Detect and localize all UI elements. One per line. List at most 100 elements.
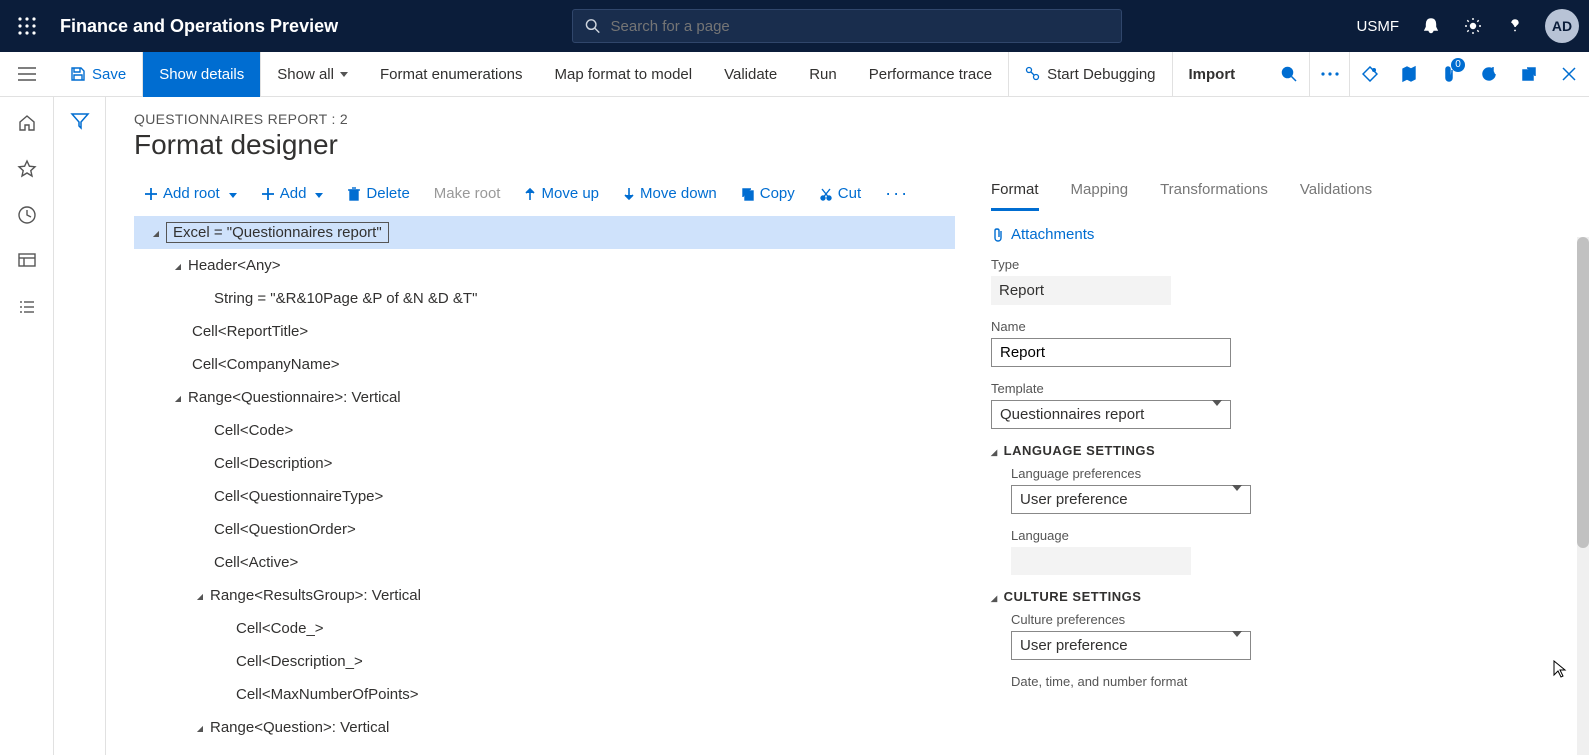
popout-icon[interactable] <box>1509 52 1549 97</box>
tree-row[interactable]: Cell<CompanyName> <box>134 348 955 381</box>
diamond-icon[interactable] <box>1349 52 1389 97</box>
validate-button[interactable]: Validate <box>708 52 793 97</box>
tree-row[interactable]: Cell<Active> <box>134 546 955 579</box>
top-bar: Finance and Operations Preview USMF AD <box>0 0 1589 52</box>
workspace-icon[interactable] <box>15 249 39 273</box>
tab-transformations[interactable]: Transformations <box>1160 177 1268 211</box>
find-icon[interactable] <box>1269 52 1309 97</box>
tree-row[interactable]: Cell<MaxNumberOfPoints> <box>134 678 955 711</box>
tree-label: Excel = "Questionnaires report" <box>166 222 389 243</box>
tree-label: Cell<Code_> <box>236 620 324 637</box>
tree-row[interactable]: Cell<QuestionnaireType> <box>134 480 955 513</box>
type-label: Type <box>991 257 1555 272</box>
home-icon[interactable] <box>15 111 39 135</box>
language-label: Language <box>1011 528 1555 543</box>
lang-pref-select[interactable]: User preference <box>1011 485 1251 514</box>
legal-entity[interactable]: USMF <box>1357 18 1400 35</box>
tree-row[interactable]: Range<Question>: Vertical <box>134 711 955 744</box>
tree-caret[interactable] <box>190 722 210 734</box>
map-icon[interactable] <box>1389 52 1429 97</box>
tree-label: Cell<QuestionOrder> <box>214 521 356 538</box>
tree-more-button[interactable]: ··· <box>875 177 919 210</box>
tree-label: Cell<Description> <box>214 455 332 472</box>
tree-row[interactable]: Range<ResultsGroup>: Vertical <box>134 579 955 612</box>
property-tabs: Format Mapping Transformations Validatio… <box>991 177 1555 212</box>
tree-row[interactable]: Cell<Code_> <box>134 612 955 645</box>
waffle-icon[interactable] <box>0 17 54 35</box>
add-root-button[interactable]: Add root <box>134 179 247 208</box>
paperclip-icon <box>991 227 1005 243</box>
save-button[interactable]: Save <box>54 52 143 97</box>
hamburger-icon[interactable] <box>0 52 54 97</box>
culture-pref-select[interactable]: User preference <box>1011 631 1251 660</box>
tab-validations[interactable]: Validations <box>1300 177 1372 211</box>
tab-format[interactable]: Format <box>991 177 1039 211</box>
tree-toolbar: Add root Add Delete Make root Move up Mo… <box>134 177 969 210</box>
tree-caret[interactable] <box>168 260 188 272</box>
tree-row[interactable]: Cell<Description> <box>134 447 955 480</box>
make-root-button: Make root <box>424 179 511 208</box>
tree-label: Cell<ReportTitle> <box>192 323 308 340</box>
star-icon[interactable] <box>15 157 39 181</box>
name-input[interactable] <box>991 338 1231 367</box>
tree-label: Header<Any> <box>188 257 281 274</box>
gear-icon[interactable] <box>1455 8 1491 44</box>
performance-trace-button[interactable]: Performance trace <box>853 52 1009 97</box>
format-enumerations-button[interactable]: Format enumerations <box>364 52 539 97</box>
tree-row[interactable]: Cell<Description_> <box>134 645 955 678</box>
refresh-icon[interactable] <box>1469 52 1509 97</box>
move-up-button[interactable]: Move up <box>514 179 609 208</box>
template-select[interactable]: Questionnaires report <box>991 400 1231 429</box>
tree-row[interactable]: Excel = "Questionnaires report" <box>134 216 955 249</box>
show-details-button[interactable]: Show details <box>143 52 261 97</box>
culture-settings-header[interactable]: CULTURE SETTINGS <box>991 589 1555 604</box>
move-down-button[interactable]: Move down <box>613 179 727 208</box>
command-bar: Save Show details Show all Format enumer… <box>0 52 1589 97</box>
tree-row[interactable]: Cell<Code> <box>134 414 955 447</box>
culture-pref-label: Culture preferences <box>1011 612 1555 627</box>
import-button[interactable]: Import <box>1173 52 1252 97</box>
tree-row[interactable]: Range<Questionnaire>: Vertical <box>134 381 955 414</box>
page-title: Format designer <box>134 129 1589 161</box>
scrollbar[interactable] <box>1577 237 1589 755</box>
dateformat-label: Date, time, and number format <box>1011 674 1555 689</box>
tree-label: Cell<Active> <box>214 554 298 571</box>
start-debugging-button[interactable]: Start Debugging <box>1009 52 1172 97</box>
tree-caret[interactable] <box>146 227 166 239</box>
show-all-button[interactable]: Show all <box>261 52 364 97</box>
cut-button[interactable]: Cut <box>809 179 871 208</box>
copy-button[interactable]: Copy <box>731 179 805 208</box>
main-area: QUESTIONNAIRES REPORT : 2 Format designe… <box>106 97 1589 755</box>
tree-row[interactable]: Cell<ReportTitle> <box>134 315 955 348</box>
user-avatar[interactable]: AD <box>1545 9 1579 43</box>
help-icon[interactable] <box>1497 8 1533 44</box>
tree-row[interactable]: Cell<QuestionOrder> <box>134 513 955 546</box>
tree-view[interactable]: Excel = "Questionnaires report" Header<An… <box>134 216 969 755</box>
search-box[interactable] <box>572 9 1122 43</box>
tree-row[interactable]: String = "&R&10Page &P of &N &D &T" <box>134 282 955 315</box>
attachments-link[interactable]: Attachments <box>991 226 1555 243</box>
map-format-button[interactable]: Map format to model <box>539 52 709 97</box>
tree-label: Cell<CompanyName> <box>192 356 340 373</box>
name-label: Name <box>991 319 1555 334</box>
modules-icon[interactable] <box>15 295 39 319</box>
tree-caret[interactable] <box>190 590 210 602</box>
run-button[interactable]: Run <box>793 52 853 97</box>
delete-button[interactable]: Delete <box>337 179 419 208</box>
tree-caret[interactable] <box>168 392 188 404</box>
recent-icon[interactable] <box>15 203 39 227</box>
search-input[interactable] <box>611 18 1110 35</box>
add-button[interactable]: Add <box>251 179 334 208</box>
tree-row[interactable]: Header<Any> <box>134 249 955 282</box>
attachment-icon[interactable]: 0 <box>1429 52 1469 97</box>
tree-label: Range<ResultsGroup>: Vertical <box>210 587 421 604</box>
workspace: QUESTIONNAIRES REPORT : 2 Format designe… <box>0 97 1589 755</box>
language-settings-header[interactable]: LANGUAGE SETTINGS <box>991 443 1555 458</box>
tree-label: Range<Question>: Vertical <box>210 719 389 736</box>
debug-icon <box>1025 66 1041 82</box>
tab-mapping[interactable]: Mapping <box>1071 177 1129 211</box>
funnel-icon[interactable] <box>70 111 90 755</box>
more-icon[interactable] <box>1309 52 1349 97</box>
bell-icon[interactable] <box>1413 8 1449 44</box>
close-icon[interactable] <box>1549 52 1589 97</box>
